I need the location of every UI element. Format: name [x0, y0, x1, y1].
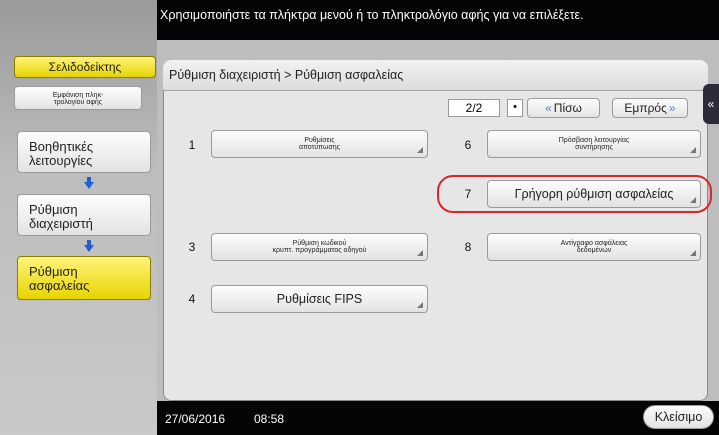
status-date: 27/06/2016	[165, 412, 226, 426]
menu-number: 8	[464, 240, 472, 254]
page-number: 2/2	[465, 101, 483, 115]
menu-label-line1: Ρύθμιση κωδικού	[292, 239, 347, 247]
page-dot: •	[507, 99, 523, 117]
status-time: 08:58	[254, 412, 285, 426]
menu-number: 4	[188, 292, 196, 306]
bookmark-tab[interactable]: Σελιδοδείκτης	[14, 56, 156, 78]
collapse-panel-button[interactable]: «	[703, 84, 719, 124]
double-chevron-left-icon: «	[707, 97, 715, 111]
nav-administrator-settings[interactable]: Ρύθμιση διαχειριστή	[17, 194, 151, 236]
close-label: Κλείσιμο	[654, 410, 703, 424]
status-bar: 27/06/2016 08:58	[157, 401, 719, 435]
page-dot-text: •	[513, 101, 517, 113]
menu-number: 6	[464, 138, 472, 152]
down-arrow-icon	[84, 240, 94, 252]
forward-button[interactable]: Εμπρός »	[612, 98, 688, 118]
submenu-corner-icon	[690, 197, 696, 203]
submenu-corner-icon	[690, 250, 696, 256]
page-indicator: 2/2	[448, 99, 500, 117]
submenu-corner-icon	[417, 147, 423, 153]
menu-item-data-backup[interactable]: Αντίγραφο ασφάλειας δεδομένων	[487, 233, 701, 261]
menu-label: Γρήγορη ρύθμιση ασφαλείας	[514, 187, 674, 201]
menu-label-line1: Αντίγραφο ασφάλειας	[560, 239, 628, 247]
breadcrumb-text: Ρύθμιση διαχειριστή > Ρύθμιση ασφαλείας	[169, 68, 404, 82]
down-arrow-icon	[84, 177, 94, 189]
menu-number: 3	[188, 240, 196, 254]
nav-item-label-line2: ασφαλείας	[29, 278, 90, 293]
back-button[interactable]: « Πίσω	[527, 98, 600, 118]
submenu-corner-icon	[690, 147, 696, 153]
menu-item-maintenance-access[interactable]: Πρόσβαση λειτουργίας συντήρησης	[487, 130, 701, 158]
menu-label-line2: κρυπτ. προγράμματος οδηγού	[272, 247, 367, 254]
nav-item-label-line1: Ρύθμιση	[29, 202, 78, 217]
keypad-label-line1: Εμφάνιση πληκ-	[52, 92, 104, 99]
instruction-text: Χρησιμοποιήστε τα πλήκτρα μενού ή το πλη…	[160, 8, 584, 22]
menu-item-driver-password-encryption[interactable]: Ρύθμιση κωδικού κρυπτ. προγράμματος οδηγ…	[211, 233, 428, 261]
nav-item-label-line2: λειτουργίες	[29, 153, 93, 168]
nav-item-label-line1: Ρύθμιση	[29, 264, 78, 279]
nav-utility-functions[interactable]: Βοηθητικές λειτουργίες	[17, 131, 151, 173]
menu-label-line1: Ρυθμίσεις	[304, 136, 335, 144]
close-button[interactable]: Κλείσιμο	[643, 405, 714, 429]
submenu-corner-icon	[417, 302, 423, 308]
menu-label-line2: αποτύπωσης	[299, 144, 340, 151]
forward-label: Εμπρός	[624, 101, 667, 115]
menu-label: Ρυθμίσεις FIPS	[276, 292, 363, 306]
menu-label-line2: δεδομένων	[576, 247, 612, 254]
nav-security-settings[interactable]: Ρύθμιση ασφαλείας	[17, 256, 151, 300]
nav-item-label-line1: Βοηθητικές	[29, 139, 94, 154]
show-keypad-button[interactable]: Εμφάνιση πληκ- τρολογίου αφής	[14, 86, 142, 110]
menu-number: 1	[188, 138, 196, 152]
double-chevron-right-icon: »	[668, 101, 676, 115]
menu-item-fips-settings[interactable]: Ρυθμίσεις FIPS	[211, 285, 428, 313]
submenu-corner-icon	[417, 250, 423, 256]
menu-item-quick-security-setting[interactable]: Γρήγορη ρύθμιση ασφαλείας	[487, 180, 701, 208]
instruction-bar: Χρησιμοποιήστε τα πλήκτρα μενού ή το πλη…	[157, 0, 719, 40]
back-label: Πίσω	[553, 101, 582, 115]
menu-label-line1: Πρόσβαση λειτουργίας	[558, 136, 630, 144]
nav-item-label-line2: διαχειριστή	[29, 216, 93, 231]
menu-number: 7	[464, 187, 472, 201]
keypad-label-line2: τρολογίου αφής	[53, 99, 103, 106]
double-chevron-left-icon: «	[545, 101, 552, 115]
breadcrumb: Ρύθμιση διαχειριστή > Ρύθμιση ασφαλείας	[163, 60, 708, 91]
menu-label-line2: συντήρησης	[575, 144, 613, 151]
menu-item-capture-settings[interactable]: Ρυθμίσεις αποτύπωσης	[211, 130, 428, 158]
